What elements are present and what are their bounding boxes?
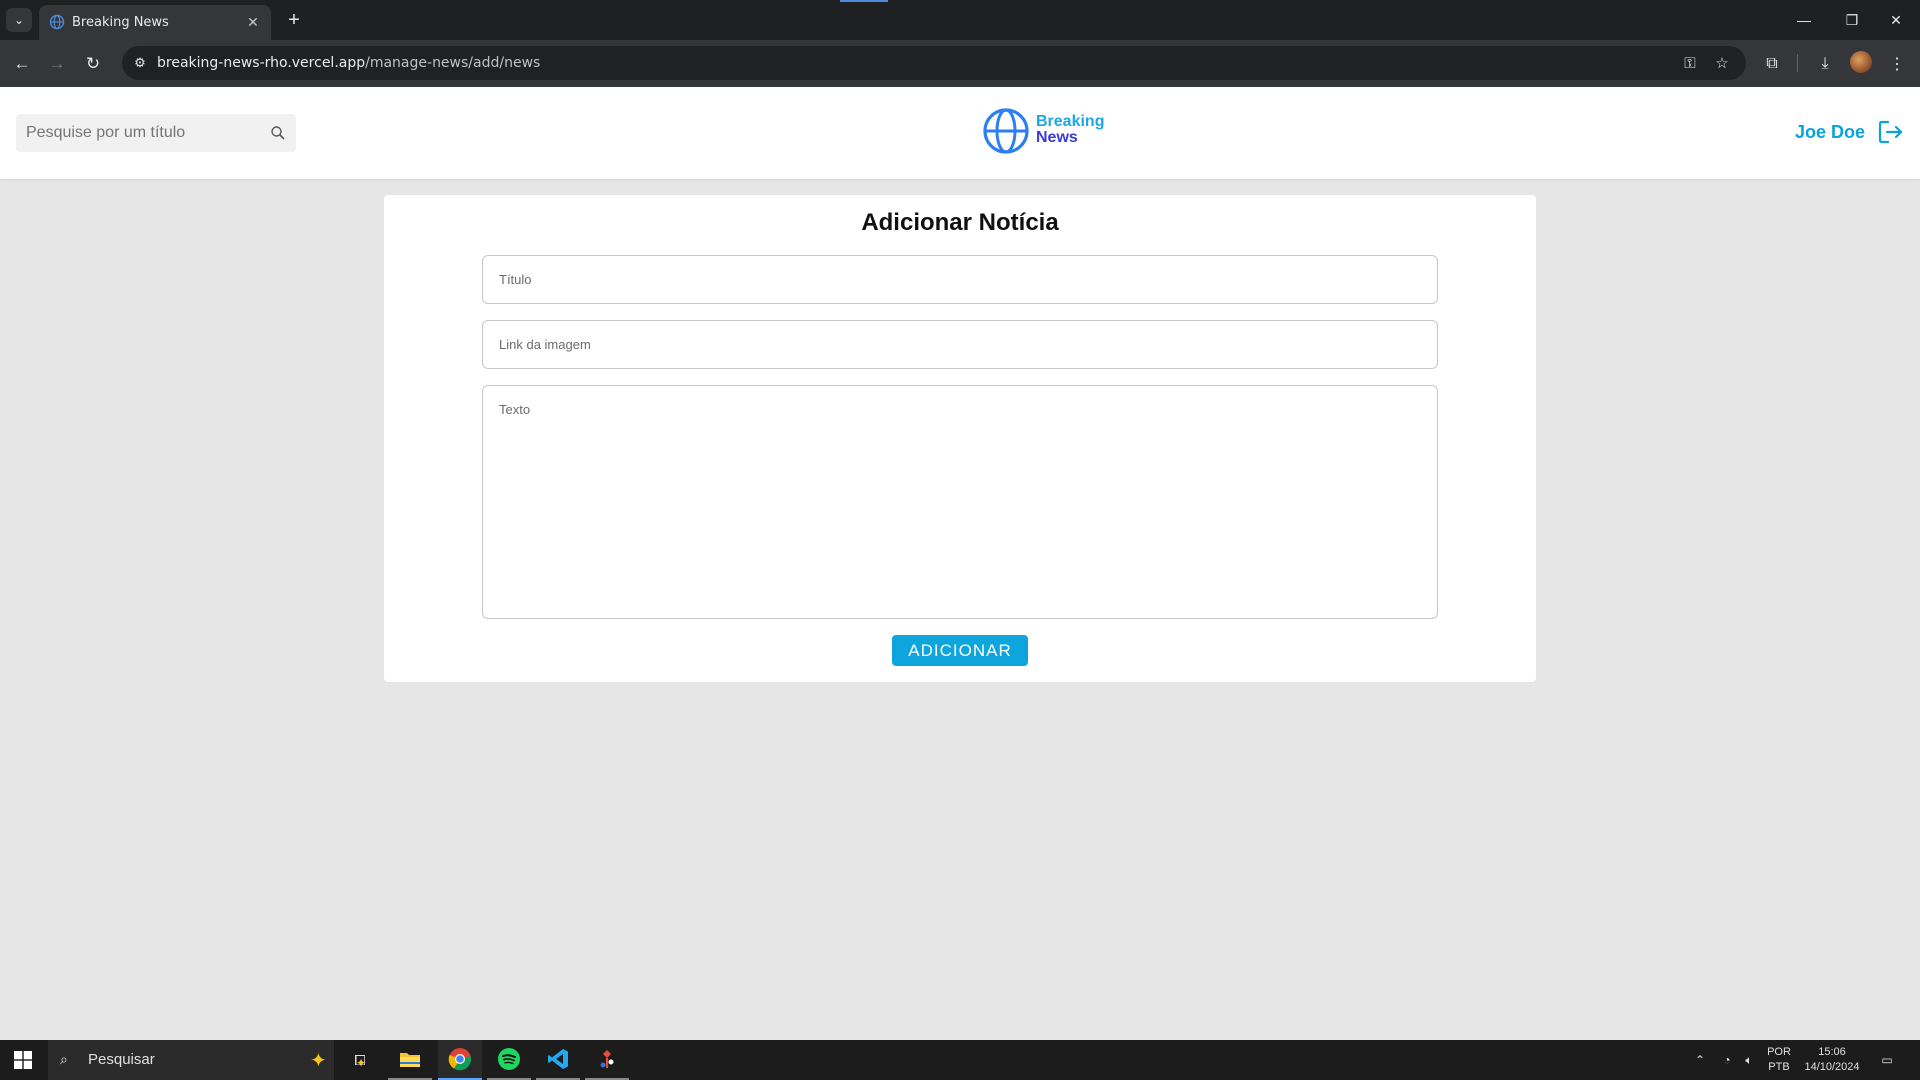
- new-tab-button[interactable]: +: [282, 8, 306, 32]
- windows-taskbar: ⌕ Pesquisar ✦ ✦ ⧠ ⌃ ◔ 🔈︎ POR PTB 15:06 1…: [0, 1040, 1920, 1080]
- address-bar[interactable]: ⚙ breaking-news-rho.vercel.app/manage-ne…: [122, 46, 1746, 80]
- add-news-card: Adicionar Notícia ADICIONAR: [384, 195, 1536, 682]
- taskbar-search-label: Pesquisar: [88, 1051, 155, 1068]
- file-explorer-app[interactable]: [388, 1040, 432, 1080]
- tab-search-button[interactable]: ⌄: [6, 8, 32, 32]
- logo-line-1: Breaking: [1036, 113, 1105, 130]
- back-button[interactable]: ←: [8, 50, 36, 78]
- reload-button[interactable]: ↻: [79, 50, 107, 78]
- user-name-link[interactable]: Joe Doe: [1795, 122, 1865, 143]
- spotify-icon: [498, 1048, 520, 1070]
- tab-close-button[interactable]: ✕: [243, 12, 263, 32]
- taskbar-search[interactable]: ⌕ Pesquisar ✦ ✦: [48, 1040, 366, 1080]
- forward-button[interactable]: →: [43, 50, 71, 78]
- notification-icon: ▭: [1881, 1053, 1893, 1067]
- logo-text: Breaking News: [1036, 114, 1104, 146]
- search-box: [16, 114, 296, 152]
- image-link-input[interactable]: [482, 320, 1438, 369]
- globe-icon: [49, 14, 65, 30]
- keyboard-layout: PTB: [1768, 1061, 1790, 1073]
- url-path: /manage-news/add/news: [365, 55, 541, 71]
- folder-icon: [400, 1053, 420, 1067]
- extensions-icon[interactable]: ⧉: [1758, 50, 1786, 78]
- arrow-left-icon: ←: [13, 54, 31, 73]
- start-button[interactable]: [0, 1040, 46, 1080]
- reload-icon: ↻: [85, 54, 101, 73]
- bookmark-star-icon[interactable]: ☆: [1710, 51, 1734, 75]
- tab-strip-indicator: [840, 0, 888, 2]
- clock-time: 15:06: [1818, 1046, 1846, 1058]
- browser-tab-breaking-news[interactable]: Breaking News ✕: [39, 5, 271, 40]
- chrome-icon: [448, 1048, 472, 1071]
- toolbar-divider: [1797, 54, 1798, 72]
- volume-icon[interactable]: 🔈︎: [1738, 1040, 1760, 1080]
- breaking-news-logo[interactable]: Breaking News: [982, 107, 1112, 157]
- task-view-button[interactable]: ⧠: [348, 1040, 372, 1080]
- vscode-icon: [548, 1049, 568, 1069]
- tab-title: Breaking News: [72, 15, 169, 30]
- close-window-button[interactable]: ✕: [1878, 6, 1914, 34]
- chrome-app[interactable]: [438, 1040, 482, 1080]
- git-tool-app[interactable]: [585, 1040, 629, 1080]
- app-header: Breaking News Joe Doe: [0, 87, 1920, 179]
- task-view-icon: ⧠: [354, 1051, 366, 1068]
- network-icon[interactable]: ◔: [1716, 1040, 1738, 1080]
- git-tool-icon: [600, 1050, 614, 1068]
- search-icon: ⌕: [60, 1051, 68, 1067]
- search-input[interactable]: [16, 114, 266, 152]
- notification-center-button[interactable]: ▭: [1876, 1040, 1898, 1080]
- url-host: breaking-news-rho.vercel.app: [157, 55, 366, 71]
- arrow-right-icon: →: [48, 54, 66, 73]
- add-news-button[interactable]: ADICIONAR: [892, 635, 1028, 666]
- show-hidden-icons-button[interactable]: ⌃: [1690, 1040, 1710, 1080]
- spotify-app[interactable]: [487, 1040, 531, 1080]
- password-key-icon[interactable]: ⚿: [1678, 51, 1702, 75]
- profile-avatar[interactable]: [1850, 51, 1872, 73]
- text-textarea[interactable]: [482, 385, 1438, 619]
- url-text[interactable]: breaking-news-rho.vercel.app/manage-news…: [157, 55, 540, 71]
- minimize-button[interactable]: —: [1786, 6, 1822, 34]
- download-icon[interactable]: ⤓: [1811, 50, 1839, 78]
- browser-tab-bar: ⌄ Breaking News ✕ + — ❐ ✕: [0, 0, 1920, 40]
- logo-line-2: News: [1036, 129, 1078, 146]
- chevron-down-icon: ⌄: [13, 13, 25, 27]
- chevron-up-icon: ⌃: [1694, 1053, 1706, 1067]
- copilot-sparkle-icon: ✦: [310, 1050, 327, 1072]
- menu-kebab-icon[interactable]: ⋮: [1883, 50, 1911, 78]
- page-title: Adicionar Notícia: [861, 209, 1059, 236]
- clock-date: 14/10/2024: [1804, 1061, 1860, 1073]
- input-language-indicator[interactable]: POR PTB: [1764, 1045, 1794, 1075]
- vscode-app[interactable]: [536, 1040, 580, 1080]
- language-code: POR: [1767, 1046, 1791, 1058]
- title-input[interactable]: [482, 255, 1438, 304]
- browser-toolbar: ← → ↻ ⚙ breaking-news-rho.vercel.app/man…: [0, 40, 1920, 87]
- site-info-icon[interactable]: ⚙: [128, 51, 152, 75]
- clock[interactable]: 15:06 14/10/2024: [1798, 1045, 1866, 1075]
- logout-icon[interactable]: [1878, 119, 1904, 145]
- windows-logo-icon: [14, 1051, 32, 1069]
- search-icon[interactable]: [270, 125, 286, 141]
- globe-logo-icon: [983, 108, 1029, 154]
- restore-button[interactable]: ❐: [1834, 6, 1870, 34]
